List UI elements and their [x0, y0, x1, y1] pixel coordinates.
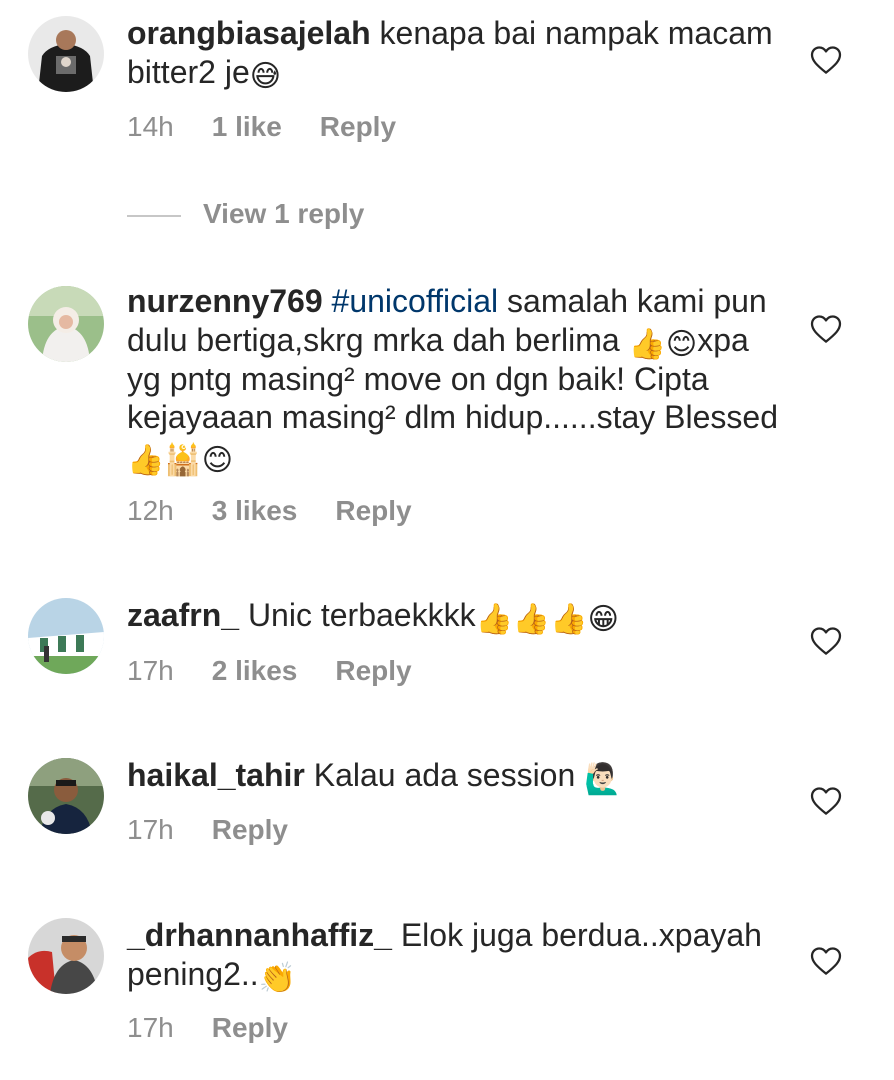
comment-username[interactable]: orangbiasajelah — [127, 15, 371, 51]
comment-body: haikal_tahir Kalau ada session 🙋🏻‍♂️ — [127, 756, 787, 795]
comment-timestamp: 14h — [127, 111, 174, 142]
avatar[interactable] — [28, 918, 104, 994]
view-replies-label[interactable]: View 1 reply — [203, 198, 364, 229]
like-count[interactable]: 3 likes — [212, 494, 298, 528]
thumbs-up-emoji: 👍 — [127, 442, 165, 478]
comment-timestamp: 17h — [127, 1012, 174, 1043]
comment-body: zaafrn_ Unic terbaekkkk👍👍👍😁 — [127, 596, 787, 635]
comment-timestamp: 17h — [127, 655, 174, 686]
heart-outline-icon[interactable] — [810, 626, 842, 656]
avatar[interactable] — [28, 286, 104, 362]
avatar[interactable] — [28, 16, 104, 92]
smiling-emoji: 😊 — [665, 326, 698, 362]
thumbs-up-emoji: 👍 — [628, 326, 666, 362]
comment-body: nurzenny769 #unicofficial samalah kami p… — [127, 282, 787, 476]
comment-meta: 17h Reply — [127, 813, 326, 847]
hashtag-link[interactable]: #unicofficial — [332, 283, 499, 319]
comment-timestamp: 12h — [127, 495, 174, 526]
comment-body: orangbiasajelah kenapa bai nampak macam … — [127, 14, 787, 92]
comment-username[interactable]: haikal_tahir — [127, 757, 305, 793]
reply-button[interactable]: Reply — [212, 1011, 288, 1045]
reply-button[interactable]: Reply — [320, 110, 396, 144]
reply-button[interactable]: Reply — [335, 494, 411, 528]
comment-meta: 12h 3 likes Reply — [127, 494, 450, 528]
comment-meta: 14h 1 like Reply — [127, 110, 434, 144]
thumbs-up-grin-emoji: 👍👍👍😁 — [475, 602, 619, 637]
heart-outline-icon[interactable] — [810, 946, 842, 976]
comment-body: _drhannanhaffiz_ Elok juga berdua..xpaya… — [127, 916, 787, 994]
comment-meta: 17h Reply — [127, 1011, 326, 1045]
heart-outline-icon[interactable] — [810, 45, 842, 75]
avatar[interactable] — [28, 598, 104, 674]
clapping-hands-emoji: 👏 — [258, 960, 297, 996]
comment-timestamp: 17h — [127, 814, 174, 845]
like-count[interactable]: 1 like — [212, 110, 282, 144]
mosque-emoji: 🕌 — [164, 442, 202, 478]
comment-username[interactable]: nurzenny769 — [127, 283, 323, 319]
comment-username[interactable]: _drhannanhaffiz_ — [127, 917, 392, 953]
comment-text: Unic terbaekkkk — [247, 597, 476, 633]
like-count[interactable]: 2 likes — [212, 654, 298, 688]
reply-button[interactable]: Reply — [335, 654, 411, 688]
comment-meta: 17h 2 likes Reply — [127, 654, 450, 688]
avatar[interactable] — [28, 758, 104, 834]
grinning-sweat-emoji: 😅 — [249, 58, 282, 94]
raising-hand-emoji: 🙋🏻‍♂️ — [584, 762, 622, 797]
heart-outline-icon[interactable] — [810, 786, 842, 816]
view-replies-button[interactable]: View 1 reply — [127, 196, 364, 232]
smiling-emoji: 😊 — [201, 442, 233, 478]
reply-button[interactable]: Reply — [212, 813, 288, 847]
heart-outline-icon[interactable] — [810, 314, 842, 344]
comment-username[interactable]: zaafrn_ — [127, 597, 239, 633]
comment-text: Kalau ada session — [313, 757, 576, 793]
divider-line — [127, 214, 181, 217]
